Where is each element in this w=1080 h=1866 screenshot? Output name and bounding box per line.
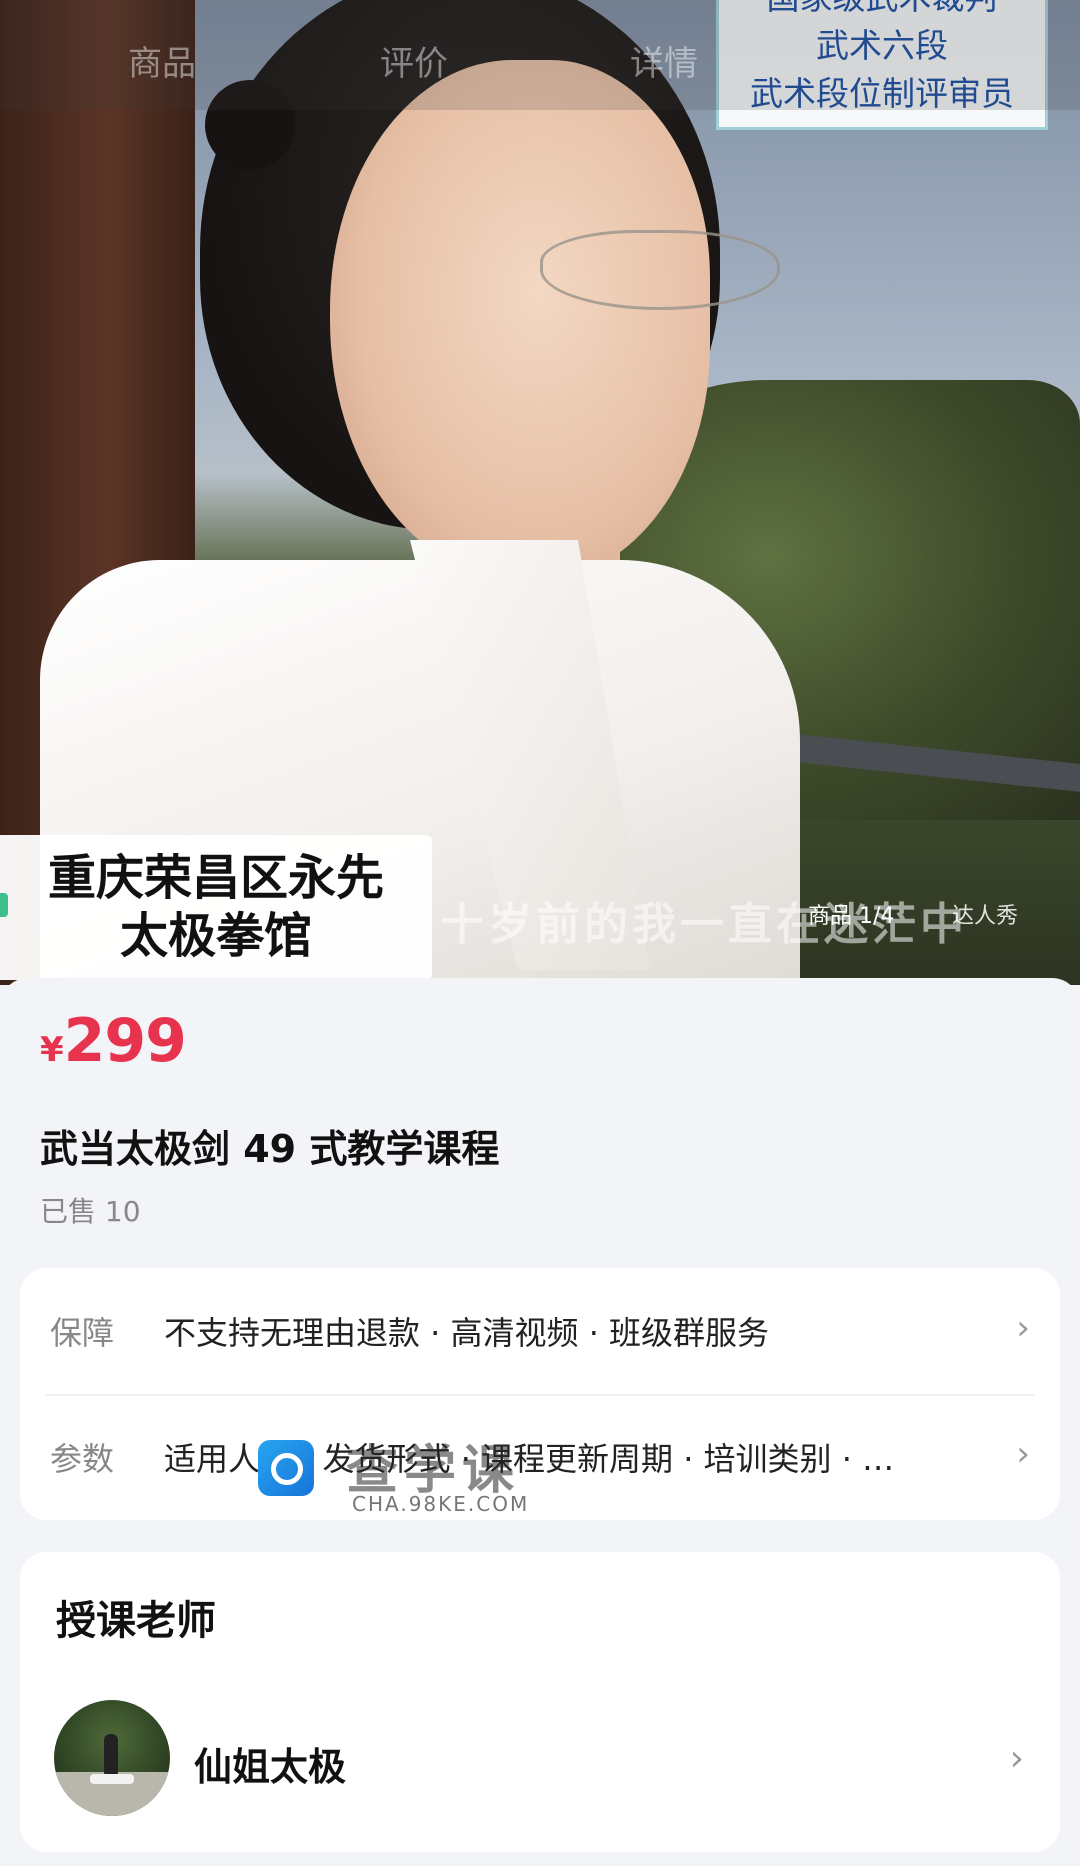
- price: ¥299: [40, 1006, 187, 1076]
- service-card: 保障 不支持无理由退款 · 高清视频 · 班级群服务 › 参数 适用人群 · 发…: [20, 1268, 1060, 1520]
- chevron-right-icon: ›: [1016, 1308, 1030, 1348]
- tab-details[interactable]: 详情: [630, 36, 698, 85]
- top-navigation: 商品 评价 详情: [0, 0, 1080, 110]
- teacher-card: 授课老师 仙姐太极 ›: [20, 1552, 1060, 1852]
- chevron-right-icon: ›: [1016, 1434, 1030, 1474]
- hero-person-glasses: [540, 230, 780, 310]
- teacher-name[interactable]: 仙姐太极: [194, 1736, 346, 1791]
- currency-symbol: ¥: [40, 1030, 64, 1070]
- hall-name-line: 太极拳馆: [119, 908, 312, 964]
- guarantee-value: 不支持无理由退款 · 高清视频 · 班级群服务: [164, 1314, 770, 1352]
- params-label: 参数: [50, 1440, 115, 1478]
- hall-name-line: 重庆荣昌区永先: [47, 850, 384, 906]
- hero-person-face: [330, 60, 710, 580]
- avatar-legs: [90, 1774, 134, 1784]
- watermark-logo-icon: [258, 1440, 314, 1496]
- avatar-figure: [104, 1734, 118, 1778]
- tab-talent-show[interactable]: 达人秀: [952, 898, 1018, 930]
- product-hero-image[interactable]: 十岁前的我一直在迷茫中 国家级武术裁判 武术六段 武术段位制评审员 重庆荣昌区永…: [0, 0, 1080, 985]
- tab-reviews[interactable]: 评价: [380, 36, 448, 85]
- chevron-right-icon[interactable]: ›: [1010, 1738, 1024, 1779]
- avatar[interactable]: [54, 1700, 170, 1816]
- image-counter[interactable]: 商品 1/4: [808, 898, 894, 930]
- watermark: 查学课 CHA.98KE.COM: [258, 1434, 558, 1524]
- hall-name-caption: 重庆荣昌区永先 太极拳馆: [0, 835, 432, 980]
- sold-count: 已售 10: [40, 1195, 141, 1228]
- price-amount: 299: [63, 1006, 187, 1076]
- product-title: 武当太极剑 49 式教学课程: [40, 1127, 500, 1171]
- guarantee-label: 保障: [50, 1314, 115, 1352]
- watermark-url: CHA.98KE.COM: [352, 1492, 530, 1516]
- product-info-panel: ¥299 武当太极剑 49 式教学课程 已售 10 保障 不支持无理由退款 · …: [0, 978, 1080, 1866]
- tab-product[interactable]: 商品: [128, 36, 196, 85]
- teacher-heading: 授课老师: [56, 1598, 216, 1644]
- guarantee-row[interactable]: 保障 不支持无理由退款 · 高清视频 · 班级群服务 ›: [20, 1268, 1060, 1394]
